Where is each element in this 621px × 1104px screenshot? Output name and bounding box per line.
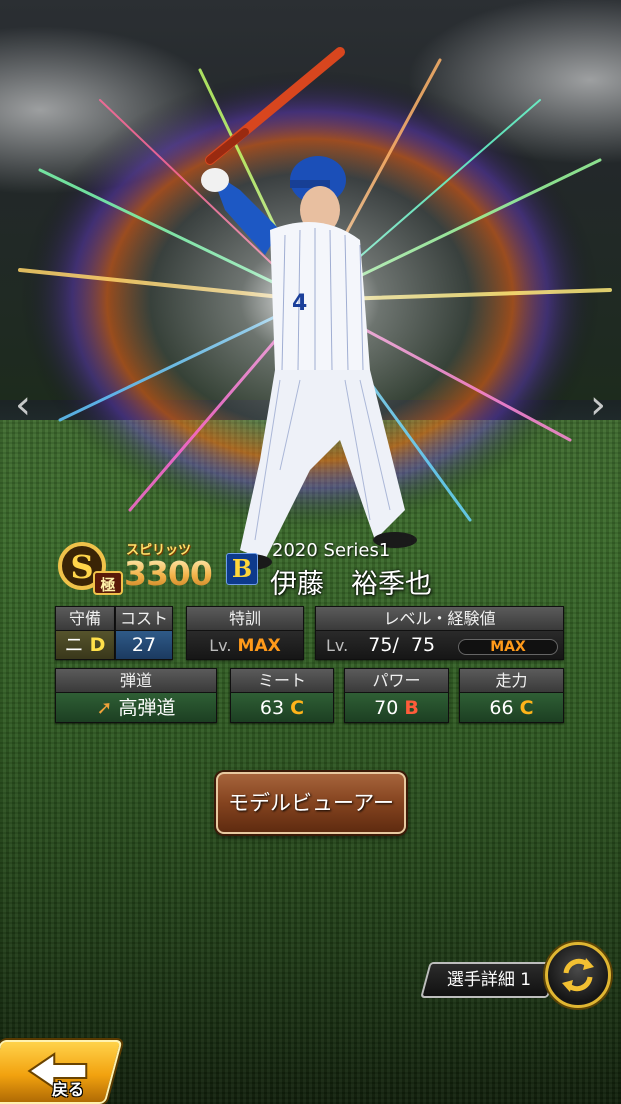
meet-header: ミート (231, 669, 333, 693)
power-panel: パワー 70 B (344, 668, 449, 723)
trajectory-panel: 弾道 ➚ 高弾道 (55, 668, 217, 723)
level-lv-prefix: Lv. (326, 636, 349, 655)
svg-text:S: S (70, 548, 93, 586)
previous-player-arrow[interactable]: ‹ (6, 380, 40, 430)
position-value: ニ D (56, 631, 114, 659)
position-header: 守備 (56, 607, 114, 631)
trajectory-header: 弾道 (56, 669, 216, 693)
speed-panel: 走力 66 C (459, 668, 564, 723)
refresh-arrows-icon (562, 958, 594, 992)
level-max: 75 (410, 634, 436, 656)
rank-s-badge: S 極 (58, 542, 123, 595)
svg-text:極: 極 (99, 576, 115, 594)
training-body: Lv. MAX (187, 631, 303, 659)
speed-grade: C (519, 697, 534, 719)
level-body: Lv. 75/ 75 MAX (316, 631, 563, 659)
meet-body: 63 C (231, 693, 333, 722)
level-separator: / (392, 634, 399, 656)
next-player-arrow[interactable]: › (581, 380, 615, 430)
team-logo: B (226, 553, 258, 585)
level-panel: レベル・経験値 Lv. 75/ 75 MAX (315, 606, 564, 660)
meet-grade: C (290, 697, 305, 719)
meet-panel: ミート 63 C (230, 668, 334, 723)
training-panel: 特訓 Lv. MAX (186, 606, 304, 660)
back-label: 戻る (52, 1080, 85, 1099)
cost-panel: コスト 27 (115, 606, 173, 660)
speed-header: 走力 (460, 669, 563, 693)
cost-value: 27 (116, 631, 172, 659)
trajectory-value: 高弾道 (118, 697, 176, 719)
switch-view-button[interactable] (545, 942, 611, 1008)
player-detail-button[interactable]: 選手詳細 1 (420, 962, 558, 998)
speed-body: 66 C (460, 693, 563, 722)
position-panel: 守備 ニ D (55, 606, 115, 660)
series-label: 2020 Series1 (272, 540, 391, 561)
position-grade: D (89, 634, 106, 656)
exp-bar: MAX (458, 639, 558, 655)
player-name: 伊藤 裕季也 (270, 569, 432, 600)
model-viewer-button[interactable]: モデルビューアー (216, 772, 406, 834)
power-body: 70 B (345, 693, 448, 722)
training-lv-prefix: Lv. (209, 636, 232, 655)
power-value: 70 (374, 697, 399, 719)
player-illustration: 4 (201, 47, 417, 570)
arrow-up-right-icon: ➚ (96, 697, 113, 719)
training-header: 特訓 (187, 607, 303, 631)
cost-header: コスト (116, 607, 172, 631)
level-current: 75 (368, 634, 393, 656)
spirits-value: 3300 (124, 554, 213, 593)
power-header: パワー (345, 669, 448, 693)
training-max: MAX (237, 636, 281, 656)
player-detail-label: 選手詳細 1 (446, 970, 532, 990)
uniform-number: 4 (292, 291, 307, 316)
power-grade: B (404, 697, 419, 719)
trajectory-body: ➚ 高弾道 (56, 693, 216, 722)
level-header: レベル・経験値 (316, 607, 563, 631)
position-name: ニ (64, 634, 84, 656)
meet-value: 63 (259, 697, 285, 719)
speed-value: 66 (489, 697, 514, 719)
